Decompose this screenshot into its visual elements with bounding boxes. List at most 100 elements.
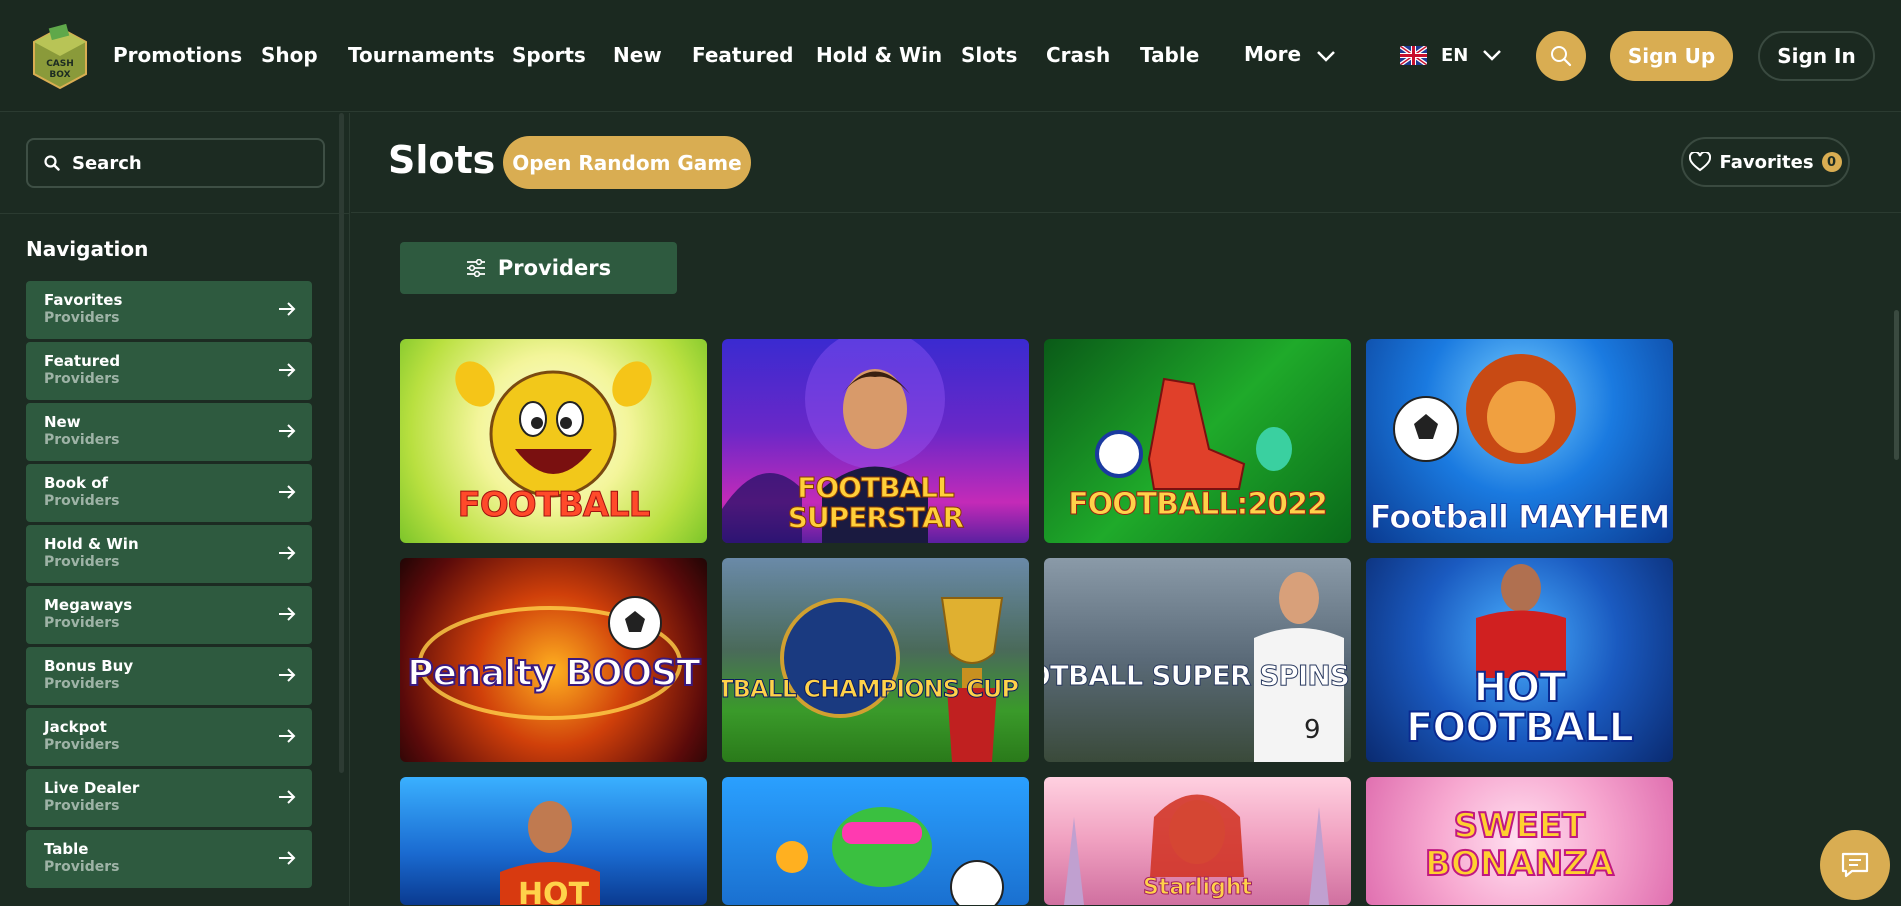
nav-hold-and-win[interactable]: Hold & Win bbox=[816, 43, 942, 67]
sidebar-item[interactable]: Live Dealer Providers bbox=[26, 769, 312, 827]
game-tile-hot-football[interactable]: HOT FOOTBALL bbox=[1366, 558, 1673, 762]
svg-text:9: 9 bbox=[1304, 715, 1321, 745]
search-placeholder: Search bbox=[72, 152, 142, 174]
nav-more[interactable]: More bbox=[1244, 42, 1336, 66]
game-title: HOT FOOTBALL bbox=[1405, 665, 1635, 751]
uk-flag-icon bbox=[1400, 45, 1427, 65]
game-tile-football-2022[interactable]: FOOTBALL:2022 bbox=[1044, 339, 1351, 543]
sidebar-item[interactable]: Book of Providers bbox=[26, 464, 312, 522]
svg-text:BOX: BOX bbox=[49, 70, 70, 80]
sidebar-item-label: Bonus Buy bbox=[44, 657, 134, 675]
nav-more-label: More bbox=[1244, 42, 1302, 66]
sidebar-item[interactable]: New Providers bbox=[26, 403, 312, 461]
cashbox-logo[interactable]: CASH BOX bbox=[30, 23, 90, 90]
game-tile-starlight[interactable]: Starlight bbox=[1044, 777, 1351, 905]
nav-crash[interactable]: Crash bbox=[1046, 43, 1110, 67]
game-title: FOOTBALL SUPER SPINS bbox=[1044, 659, 1350, 692]
game-title: HOT bbox=[517, 877, 590, 905]
arrow-right-icon bbox=[279, 302, 296, 316]
sidebar-item-label: Live Dealer bbox=[44, 779, 140, 797]
nav-promotions[interactable]: Promotions bbox=[113, 43, 242, 67]
nav-slots[interactable]: Slots bbox=[961, 43, 1017, 67]
game-tile-hot[interactable]: HOT bbox=[400, 777, 707, 905]
favorites-button[interactable]: Favorites 0 bbox=[1681, 137, 1850, 187]
nav-new[interactable]: New bbox=[613, 43, 662, 67]
game-title: FOOTBALL SUPERSTAR bbox=[787, 471, 964, 534]
search-icon bbox=[44, 155, 60, 171]
sidebar-item-sublabel: Providers bbox=[44, 798, 120, 814]
sidebar-item-label: New bbox=[44, 413, 81, 431]
providers-filter-button[interactable]: Providers bbox=[400, 242, 677, 294]
sidebar-scrollbar[interactable] bbox=[339, 113, 344, 773]
sidebar-item-sublabel: Providers bbox=[44, 310, 120, 326]
arrow-right-icon bbox=[279, 424, 296, 438]
divider bbox=[0, 213, 350, 214]
sidebar: Search Navigation Favorites Providers Feat… bbox=[0, 113, 350, 906]
nav-shop[interactable]: Shop bbox=[261, 43, 318, 67]
nav-table[interactable]: Table bbox=[1140, 43, 1199, 67]
sidebar-item[interactable]: Jackpot Providers bbox=[26, 708, 312, 766]
sidebar-item-label: Favorites bbox=[44, 291, 123, 309]
chevron-down-icon bbox=[1317, 50, 1335, 62]
game-title: Football MAYHEM bbox=[1369, 498, 1671, 536]
game-tile-football[interactable]: FOOTBALL bbox=[400, 339, 707, 543]
sidebar-item-label: Hold & Win bbox=[44, 535, 139, 553]
game-title: SWEET BONANZA bbox=[1424, 806, 1615, 884]
arrow-right-icon bbox=[279, 485, 296, 499]
navigation-list: Favorites Providers Featured Providers New Pr… bbox=[26, 281, 312, 891]
sidebar-item[interactable]: Hold & Win Providers bbox=[26, 525, 312, 583]
sidebar-item-label: Featured bbox=[44, 352, 121, 370]
frog-character-art bbox=[776, 807, 1004, 905]
navigation-heading: Navigation bbox=[26, 237, 149, 261]
sidebar-item-sublabel: Providers bbox=[44, 371, 120, 387]
sign-up-button[interactable]: Sign Up bbox=[1610, 31, 1733, 81]
nav-tournaments[interactable]: Tournaments bbox=[348, 43, 495, 67]
heart-icon bbox=[1689, 152, 1712, 172]
game-title: Starlight bbox=[1142, 875, 1253, 901]
game-tile-football-super-spins[interactable]: 9 FOOTBALL SUPER SPINS bbox=[1044, 558, 1351, 762]
sidebar-item-label: Table bbox=[44, 840, 89, 858]
game-tile-penalty-boost[interactable]: Penalty BOOST bbox=[400, 558, 707, 762]
sidebar-item-label: Megaways bbox=[44, 596, 133, 614]
sidebar-item[interactable]: Table Providers bbox=[26, 830, 312, 888]
arrow-right-icon bbox=[279, 546, 296, 560]
favorites-label: Favorites bbox=[1719, 151, 1814, 173]
game-tile-sweet-bonanza[interactable]: SWEET BONANZA bbox=[1366, 777, 1673, 905]
sidebar-item-sublabel: Providers bbox=[44, 737, 120, 753]
sign-in-button[interactable]: Sign In bbox=[1758, 31, 1875, 81]
favorites-count-badge: 0 bbox=[1821, 152, 1842, 172]
chevron-down-icon bbox=[1483, 50, 1502, 61]
main-scrollbar[interactable] bbox=[1894, 310, 1899, 460]
providers-label: Providers bbox=[497, 256, 612, 280]
open-random-game-button[interactable]: Open Random Game bbox=[503, 136, 751, 189]
live-chat-button[interactable] bbox=[1820, 830, 1890, 900]
sidebar-search-input[interactable]: Search bbox=[26, 138, 325, 188]
arrow-right-icon bbox=[279, 668, 296, 682]
sidebar-item-label: Jackpot bbox=[44, 718, 107, 736]
top-header: CASH BOX Promotions Shop Tournaments Spo… bbox=[0, 0, 1901, 112]
game-tile-football-mayhem[interactable]: Football MAYHEM bbox=[1366, 339, 1673, 543]
trophy-art bbox=[780, 597, 1004, 762]
sidebar-item[interactable]: Bonus Buy Providers bbox=[26, 647, 312, 705]
game-tile-football-superstar[interactable]: FOOTBALL SUPERSTAR bbox=[722, 339, 1029, 543]
header-search-button[interactable] bbox=[1536, 31, 1586, 81]
game-tile-frog[interactable] bbox=[722, 777, 1029, 905]
language-selector[interactable]: EN bbox=[1400, 40, 1502, 70]
game-title: FOOTBALL bbox=[457, 485, 651, 525]
language-code: EN bbox=[1441, 44, 1469, 66]
sidebar-item[interactable]: Featured Providers bbox=[26, 342, 312, 400]
sidebar-item[interactable]: Favorites Providers bbox=[26, 281, 312, 339]
sidebar-item-label: Book of bbox=[44, 474, 109, 492]
svg-text:CASH: CASH bbox=[46, 59, 74, 69]
game-tile-football-champions-cup[interactable]: FOOTBALL CHAMPIONS CUP bbox=[722, 558, 1029, 762]
nav-sports[interactable]: Sports bbox=[512, 43, 586, 67]
page-title: Slots bbox=[388, 138, 496, 182]
chat-icon bbox=[1841, 852, 1869, 878]
game-title: FOOTBALL:2022 bbox=[1068, 487, 1329, 523]
sidebar-item[interactable]: Megaways Providers bbox=[26, 586, 312, 644]
nav-featured[interactable]: Featured bbox=[692, 43, 793, 67]
sidebar-item-sublabel: Providers bbox=[44, 676, 120, 692]
game-title: FOOTBALL CHAMPIONS CUP bbox=[722, 675, 1019, 703]
sidebar-item-sublabel: Providers bbox=[44, 432, 120, 448]
game-title: Penalty BOOST bbox=[406, 653, 701, 694]
